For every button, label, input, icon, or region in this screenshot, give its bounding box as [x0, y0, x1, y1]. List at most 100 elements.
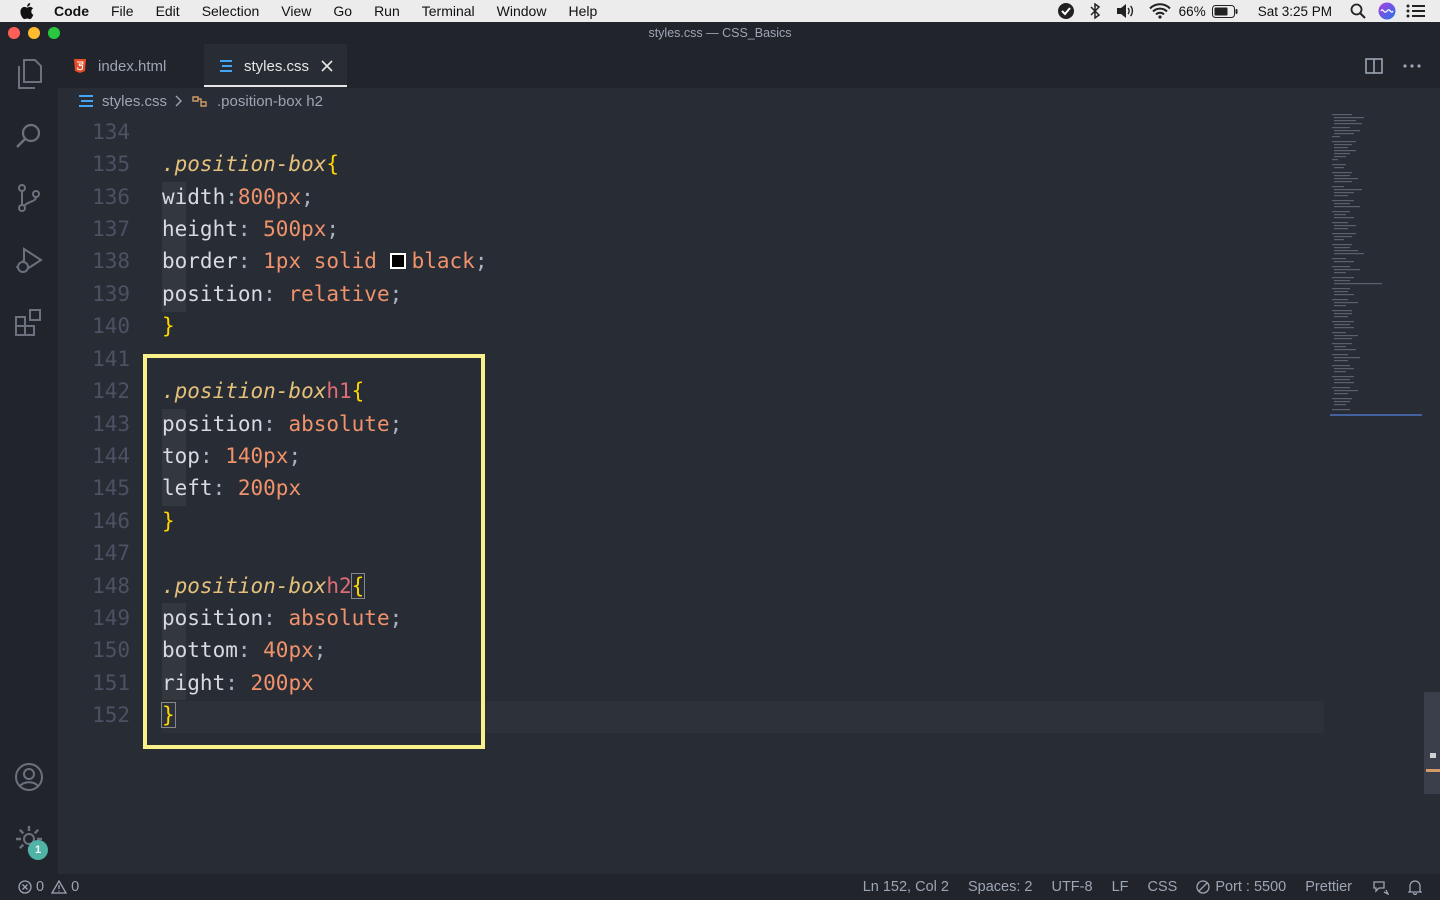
line-number: 143	[92, 412, 130, 437]
accounts-icon[interactable]	[13, 761, 45, 793]
menu-run[interactable]: Run	[374, 0, 400, 22]
volume-icon[interactable]	[1115, 3, 1135, 19]
editor-actions	[1348, 54, 1424, 78]
end-of-line[interactable]: LF	[1112, 879, 1129, 895]
language-mode[interactable]: CSS	[1147, 879, 1177, 895]
line-number: 148	[92, 574, 130, 599]
line-number: 152	[92, 703, 130, 728]
apple-icon[interactable]	[18, 1, 38, 21]
html5-icon	[72, 58, 88, 74]
warning-count: 0	[71, 879, 80, 895]
window-minimize-button[interactable]	[28, 27, 40, 39]
minimap-preview	[1330, 114, 1422, 416]
split-editor-icon[interactable]	[1362, 54, 1386, 78]
menu-help[interactable]: Help	[568, 0, 597, 22]
line-number: 151	[92, 671, 130, 696]
feedback-icon[interactable]	[1371, 879, 1389, 895]
spotlight-search-icon[interactable]	[1350, 3, 1366, 19]
code-line: 138 border: 1px solid black;	[58, 245, 1328, 277]
code-text: width:800px;	[162, 185, 314, 210]
menu-go[interactable]: Go	[333, 0, 352, 22]
more-actions-icon[interactable]	[1400, 54, 1424, 78]
close-tab-icon[interactable]	[321, 60, 333, 72]
vertical-scrollbar[interactable]	[1424, 114, 1440, 874]
code-line: 134	[58, 116, 1328, 148]
cursor-position[interactable]: Ln 152, Col 2	[863, 879, 949, 895]
explorer-icon[interactable]	[13, 58, 45, 90]
source-control-icon[interactable]	[13, 182, 45, 214]
color-swatch[interactable]	[389, 253, 406, 270]
minimap[interactable]	[1328, 114, 1424, 874]
menu-file[interactable]: File	[111, 0, 134, 22]
run-debug-icon[interactable]	[13, 244, 45, 276]
menu-app-name[interactable]: Code	[54, 0, 89, 22]
breadcrumb-symbol[interactable]: .position-box h2	[217, 93, 323, 110]
window-titlebar: styles.css — CSS_Basics	[0, 22, 1440, 44]
battery-percent: 66%	[1178, 3, 1206, 19]
macos-menubar: Code File Edit Selection View Go Run Ter…	[0, 0, 1440, 22]
line-number: 150	[92, 638, 130, 663]
code-text: height: 500px;	[162, 217, 340, 242]
battery-icon[interactable]	[1211, 4, 1238, 18]
code-line: 140}	[58, 310, 1328, 342]
tab-label: styles.css	[244, 57, 310, 75]
symbol-class-icon	[191, 93, 209, 109]
code-text: position: relative;	[162, 282, 403, 307]
error-count: 0	[36, 879, 45, 895]
code-line: 137 height: 500px;	[58, 213, 1328, 245]
breadcrumb-file[interactable]: styles.css	[102, 93, 167, 110]
line-number: 137	[92, 217, 130, 242]
menu-window[interactable]: Window	[497, 0, 547, 22]
wifi-icon[interactable]	[1148, 3, 1171, 19]
notification-center-icon[interactable]	[1406, 3, 1426, 19]
warning-icon	[51, 880, 68, 894]
tab-index-html[interactable]: index.html	[58, 44, 204, 88]
editor-tab-bar: index.html styles.css	[58, 44, 1440, 88]
formatter[interactable]: Prettier	[1305, 879, 1352, 895]
line-number: 134	[92, 120, 130, 145]
bluetooth-icon[interactable]	[1089, 3, 1101, 19]
code-line: 139 position: relative;	[58, 278, 1328, 310]
live-server-port[interactable]: Port : 5500	[1196, 879, 1286, 895]
code-text: border: 1px solid black;	[162, 249, 488, 274]
notifications-bell-icon[interactable]	[1408, 879, 1422, 895]
indentation[interactable]: Spaces: 2	[968, 879, 1033, 895]
scrollbar-thumb[interactable]	[1424, 692, 1440, 794]
status-bar: 0 0 Ln 152, Col 2 Spaces: 2 UTF-8 LF CSS…	[0, 874, 1440, 900]
clock[interactable]: Sat 3:25 PM	[1258, 4, 1332, 19]
annotation-highlight-box	[143, 354, 485, 749]
block-icon	[1196, 880, 1210, 894]
line-number: 147	[92, 541, 130, 566]
menu-terminal[interactable]: Terminal	[422, 0, 475, 22]
settings-update-badge: 1	[28, 840, 48, 860]
activity-bar: 1	[0, 44, 58, 874]
line-number: 140	[92, 314, 130, 339]
css3-icon	[218, 58, 234, 74]
siri-icon[interactable]	[1378, 2, 1396, 20]
menu-selection[interactable]: Selection	[202, 0, 260, 22]
status-right: Ln 152, Col 2 Spaces: 2 UTF-8 LF CSS Por…	[844, 879, 1422, 895]
encoding[interactable]: UTF-8	[1051, 879, 1092, 895]
css3-icon	[78, 94, 94, 108]
extensions-icon[interactable]	[13, 306, 45, 338]
focus-icon[interactable]	[1057, 2, 1075, 20]
problems-indicator[interactable]: 0 0	[18, 879, 79, 895]
code-line: 135 .position-box{	[58, 148, 1328, 180]
line-number: 141	[92, 347, 130, 372]
line-number: 138	[92, 249, 130, 274]
code-line: 136 width:800px;	[58, 181, 1328, 213]
menu-view[interactable]: View	[281, 0, 311, 22]
line-number: 136	[92, 185, 130, 210]
menu-edit[interactable]: Edit	[156, 0, 180, 22]
tab-styles-css[interactable]: styles.css	[204, 44, 347, 88]
breadcrumb: styles.css .position-box h2	[58, 88, 1328, 114]
chevron-right-icon	[175, 95, 183, 107]
line-number: 144	[92, 444, 130, 469]
scroll-marker	[1426, 769, 1440, 772]
window-close-button[interactable]	[8, 27, 20, 39]
search-icon[interactable]	[13, 120, 45, 152]
window-zoom-button[interactable]	[48, 27, 60, 39]
code-text: .position-box{	[162, 152, 340, 177]
tab-label: index.html	[98, 57, 167, 75]
line-number: 135	[92, 152, 130, 177]
